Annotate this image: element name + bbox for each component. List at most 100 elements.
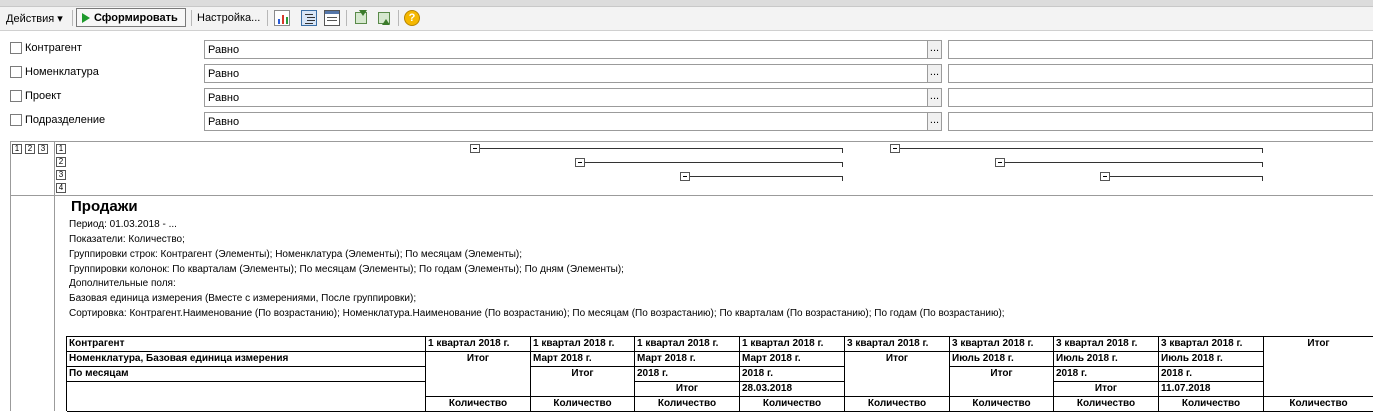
generate-button[interactable]: Сформировать xyxy=(76,8,186,27)
filter-value-field[interactable] xyxy=(948,64,1373,83)
column-header-day: 11.07.2018 xyxy=(1159,382,1264,397)
column-header-measure: Количество xyxy=(740,397,845,412)
collapse-group-button[interactable] xyxy=(575,158,585,167)
filter-condition-field[interactable]: Равно xyxy=(204,112,929,131)
filter-checkbox[interactable] xyxy=(10,90,22,102)
filter-checkbox[interactable] xyxy=(10,42,22,54)
column-group-bracket xyxy=(900,148,1263,149)
row-level-button[interactable]: 1 xyxy=(12,144,22,154)
column-group-bracket xyxy=(690,176,843,177)
column-level-button[interactable]: 1 xyxy=(56,144,66,154)
report-indicators: Показатели: Количество; xyxy=(69,234,185,245)
column-header-month: Июль 2018 г. xyxy=(950,352,1054,367)
row-header-empty xyxy=(67,382,426,412)
collapse-group-button[interactable] xyxy=(890,144,900,153)
filter-label: Номенклатура xyxy=(25,66,99,78)
column-header-quarter: 1 квартал 2018 г. xyxy=(426,337,531,352)
collapse-group-button[interactable] xyxy=(680,172,690,181)
column-group-bracket xyxy=(1110,176,1263,177)
column-group-bracket-end xyxy=(842,176,843,181)
column-group-bracket-end xyxy=(1262,162,1263,167)
column-level-button[interactable]: 4 xyxy=(56,183,66,193)
filter-condition-value: Равно xyxy=(208,92,240,104)
row-level-button[interactable]: 3 xyxy=(38,144,48,154)
row-header-contractor: Контрагент xyxy=(67,337,426,352)
column-header-measure: Количество xyxy=(950,397,1054,412)
filter-condition-field[interactable]: Равно xyxy=(204,88,929,107)
column-header-year: 2018 г. xyxy=(1054,367,1159,382)
report-base-unit: Базовая единица измерения (Вместе с изме… xyxy=(69,293,417,304)
restore-settings-icon[interactable] xyxy=(376,10,392,26)
filter-select-button[interactable]: ... xyxy=(927,40,942,59)
column-header-measure: Количество xyxy=(845,397,950,412)
column-header-measure: Количество xyxy=(635,397,740,412)
help-icon[interactable]: ? xyxy=(404,10,420,26)
filter-checkbox[interactable] xyxy=(10,114,22,126)
filter-condition-field[interactable]: Равно xyxy=(204,40,929,59)
report-extra-fields: Дополнительные поля: xyxy=(69,278,176,289)
filter-condition-field[interactable]: Равно xyxy=(204,64,929,83)
column-header-measure: Количество xyxy=(531,397,635,412)
generate-button-label: Сформировать xyxy=(94,12,178,24)
actions-menu[interactable]: Действия ▾ xyxy=(6,12,63,25)
toolbar-separator xyxy=(191,10,192,26)
column-group-bracket-end xyxy=(1262,148,1263,153)
column-header-year: 2018 г. xyxy=(1159,367,1264,382)
filter-label: Проект xyxy=(25,90,62,102)
column-header-quarter: 3 квартал 2018 г. xyxy=(1159,337,1264,352)
column-header-total: Итог xyxy=(845,352,950,397)
column-header-total: Итог xyxy=(1054,382,1159,397)
column-level-button[interactable]: 3 xyxy=(56,170,66,180)
column-header-measure: Количество xyxy=(1264,397,1373,412)
report-row-groupings: Группировки строк: Контрагент (Элементы)… xyxy=(69,249,523,260)
column-header-measure: Количество xyxy=(1159,397,1264,412)
save-settings-icon[interactable] xyxy=(353,10,369,26)
filter-label: Подразделение xyxy=(25,114,106,126)
column-header-total: Итог xyxy=(950,367,1054,397)
toolbar-separator xyxy=(346,10,347,26)
filter-checkbox[interactable] xyxy=(10,66,22,78)
filter-label: Контрагент xyxy=(25,42,82,54)
column-header-quarter: 1 квартал 2018 г. xyxy=(531,337,635,352)
column-header-quarter: 3 квартал 2018 г. xyxy=(950,337,1054,352)
table-view-icon[interactable] xyxy=(324,10,340,26)
row-header-nomenclature: Номенклатура, Базовая единица измерения xyxy=(67,352,426,367)
collapse-group-button[interactable] xyxy=(995,158,1005,167)
report-title: Продажи xyxy=(71,198,138,215)
column-header-quarter: 1 квартал 2018 г. xyxy=(740,337,845,352)
column-header-quarter: 3 квартал 2018 г. xyxy=(845,337,950,352)
row-level-button[interactable]: 2 xyxy=(25,144,35,154)
collapse-group-button[interactable] xyxy=(1100,172,1110,181)
settings-button[interactable]: Настройка... xyxy=(197,12,260,24)
filter-select-button[interactable]: ... xyxy=(927,112,942,131)
filter-value-field[interactable] xyxy=(948,88,1373,107)
column-header-measure: Количество xyxy=(426,397,531,412)
column-header-month: Март 2018 г. xyxy=(740,352,845,367)
chart-icon[interactable] xyxy=(274,10,290,26)
column-header-month: Март 2018 г. xyxy=(531,352,635,367)
column-header-total: Итог xyxy=(635,382,740,397)
column-group-bracket xyxy=(480,148,843,149)
toolbar: Действия ▾ Сформировать Настройка... ? xyxy=(0,7,1373,31)
tree-view-icon[interactable] xyxy=(301,10,317,26)
window-title-strip xyxy=(0,0,1373,7)
column-group-bracket xyxy=(585,162,843,163)
filter-select-button[interactable]: ... xyxy=(927,88,942,107)
column-header-total: Итог xyxy=(531,367,635,397)
column-header-measure: Количество xyxy=(1054,397,1159,412)
column-header-quarter: 1 квартал 2018 г. xyxy=(635,337,740,352)
column-group-bracket-end xyxy=(1262,176,1263,181)
grouping-panel-divider xyxy=(10,195,1373,196)
filter-value-field[interactable] xyxy=(948,112,1373,131)
toolbar-separator xyxy=(398,10,399,26)
column-header-year: 2018 г. xyxy=(740,367,845,382)
report-period: Период: 01.03.2018 - ... xyxy=(69,219,177,230)
collapse-group-button[interactable] xyxy=(470,144,480,153)
column-header-month: Июль 2018 г. xyxy=(1159,352,1264,367)
column-level-button[interactable]: 2 xyxy=(56,157,66,167)
filter-select-button[interactable]: ... xyxy=(927,64,942,83)
filter-value-field[interactable] xyxy=(948,40,1373,59)
row-header-months: По месяцам xyxy=(67,367,426,382)
column-group-bracket-end xyxy=(842,148,843,153)
toolbar-separator xyxy=(72,10,73,26)
